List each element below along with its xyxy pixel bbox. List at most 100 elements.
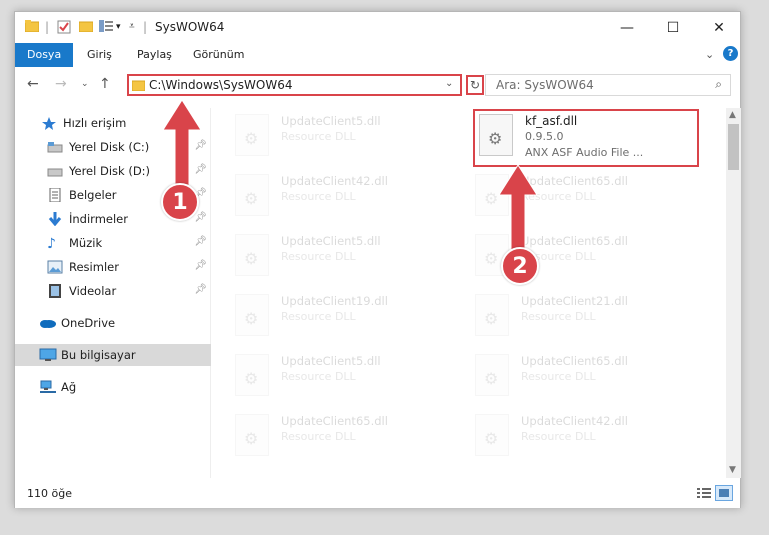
pin-icon[interactable]: 📌︎ (194, 212, 207, 223)
sidebar-item-label: Belgeler (69, 188, 117, 202)
sidebar-item-label: Bu bilgisayar (61, 348, 136, 362)
item-count: 110 öğe (27, 487, 72, 500)
file-type: Resource DLL (281, 370, 356, 383)
file-type: Resource DLL (521, 430, 596, 443)
search-placeholder: Ara: SysWOW64 (496, 78, 594, 92)
file-type: Resource DLL (281, 430, 356, 443)
address-path: C:\Windows\SysWOW64 (149, 78, 293, 92)
ribbon-tabs: Dosya Giriş Paylaş Görünüm ⌄ ? (15, 43, 740, 68)
list-item[interactable]: UpdateClient42.dll Resource DLL (475, 414, 695, 470)
forward-arrow-icon[interactable]: → (55, 76, 67, 92)
customize-toolbar-icon[interactable]: ⩡ (129, 21, 135, 32)
sidebar-item-label: Yerel Disk (C:) (69, 140, 150, 154)
sidebar-item-label: Hızlı erişim (63, 116, 127, 130)
list-item[interactable]: UpdateClient65.dll Resource DLL (475, 354, 695, 410)
file-name: UpdateClient42.dll (281, 174, 388, 188)
list-item[interactable]: UpdateClient5.dll Resource DLL (235, 354, 455, 410)
sidebar-item-label: İndirmeler (69, 212, 128, 226)
dll-file-icon (235, 294, 269, 336)
minimize-button[interactable]: — (604, 12, 650, 43)
navigation-bar: ← → ⌄ ↑ C:\Windows\SysWOW64 ⌄ ↻ Ara: Sys… (15, 68, 740, 102)
properties-icon[interactable] (57, 20, 71, 37)
search-icon[interactable]: ⌕ (715, 77, 722, 92)
dll-file-icon (475, 414, 509, 456)
file-name: UpdateClient5.dll (281, 354, 381, 368)
file-name: UpdateClient5.dll (281, 114, 381, 128)
pin-icon[interactable]: 📌︎ (194, 236, 207, 247)
new-folder-icon[interactable] (78, 20, 94, 35)
cloud-icon (39, 316, 56, 330)
recent-locations-icon[interactable]: ⌄ (81, 79, 89, 89)
up-arrow-icon[interactable]: ↑ (99, 76, 111, 92)
sidebar-item-label: Ağ (61, 380, 77, 394)
music-icon: ♪ (47, 236, 56, 252)
status-bar: 110 öğe (15, 482, 740, 508)
sidebar-item-this-pc[interactable]: Bu bilgisayar (15, 344, 211, 366)
network-icon (39, 380, 56, 394)
help-icon[interactable]: ? (723, 46, 738, 61)
tab-giris[interactable]: Giriş (75, 43, 124, 67)
details-view-icon[interactable] (697, 487, 711, 502)
search-box[interactable]: Ara: SysWOW64 ⌕ (485, 74, 731, 96)
list-item[interactable]: UpdateClient21.dll Resource DLL (475, 294, 695, 350)
vertical-scrollbar[interactable]: ▲ ▼ (726, 108, 741, 478)
tab-dosya[interactable]: Dosya (15, 43, 74, 67)
sidebar-item-pictures[interactable]: Resimler 📌︎ (15, 256, 211, 278)
address-dropdown-icon[interactable]: ⌄ (445, 78, 453, 89)
pin-icon[interactable]: 📌︎ (194, 260, 207, 271)
list-item[interactable]: UpdateClient42.dll Resource DLL (235, 174, 455, 230)
separator: | (143, 20, 148, 34)
file-name: UpdateClient19.dll (281, 294, 388, 308)
pin-icon[interactable]: 📌︎ (194, 284, 207, 295)
pictures-icon (47, 260, 63, 274)
scroll-up-icon[interactable]: ▲ (729, 110, 736, 120)
window-title: SysWOW64 (155, 20, 225, 34)
dll-file-icon (235, 234, 269, 276)
file-type: Resource DLL (281, 130, 356, 143)
file-type: Resource DLL (281, 190, 356, 203)
dropdown-icon[interactable]: ▾ (116, 22, 121, 32)
list-item[interactable]: UpdateClient5.dll Resource DLL (235, 114, 455, 170)
document-icon (47, 187, 63, 203)
close-button[interactable]: ✕ (696, 12, 742, 43)
expand-ribbon-icon[interactable]: ⌄ (705, 48, 714, 61)
file-type: Resource DLL (521, 370, 596, 383)
list-item[interactable]: UpdateClient65.dll Resource DLL (235, 414, 455, 470)
callout-badge-2: 2 (501, 247, 539, 285)
folder-icon (131, 79, 146, 94)
sidebar-item-label: Yerel Disk (D:) (69, 164, 151, 178)
maximize-button[interactable]: ☐ (650, 12, 696, 43)
scroll-down-icon[interactable]: ▼ (729, 465, 736, 475)
folder-icon[interactable] (24, 20, 40, 35)
file-name: UpdateClient42.dll (521, 414, 628, 428)
refresh-icon[interactable]: ↻ (466, 75, 484, 95)
large-icons-view-icon[interactable] (715, 485, 733, 501)
list-item[interactable]: UpdateClient19.dll Resource DLL (235, 294, 455, 350)
separator: | (45, 20, 50, 34)
sidebar-item-onedrive[interactable]: OneDrive (15, 312, 211, 334)
dll-file-icon (235, 414, 269, 456)
view-options-icon[interactable] (99, 20, 113, 35)
target-highlight-box (473, 109, 699, 167)
scroll-thumb[interactable] (728, 124, 739, 170)
sidebar-item-label: Videolar (69, 284, 117, 298)
dll-file-icon (235, 174, 269, 216)
sidebar-item-network[interactable]: Ağ (15, 376, 211, 398)
file-name: UpdateClient5.dll (281, 234, 381, 248)
list-item[interactable]: UpdateClient5.dll Resource DLL (235, 234, 455, 290)
back-arrow-icon[interactable]: ← (27, 76, 39, 92)
tab-gorunum[interactable]: Görünüm (181, 43, 256, 67)
sidebar-item-music[interactable]: ♪ Müzik 📌︎ (15, 232, 211, 254)
dll-file-icon (475, 294, 509, 336)
tab-paylas[interactable]: Paylaş (125, 43, 184, 67)
explorer-window: | ▾ ⩡ | SysWOW64 — ☐ ✕ Dosya Giriş Payla… (14, 11, 741, 508)
file-type: Resource DLL (281, 310, 356, 323)
drive-icon (47, 164, 63, 178)
video-icon (47, 284, 63, 298)
sidebar-item-videos[interactable]: Videolar 📌︎ (15, 280, 211, 302)
file-type: Resource DLL (281, 250, 356, 263)
address-bar[interactable]: C:\Windows\SysWOW64 ⌄ (127, 74, 462, 96)
title-bar: | ▾ ⩡ | SysWOW64 — ☐ ✕ (15, 12, 740, 43)
sidebar-item-label: OneDrive (61, 316, 116, 330)
dll-file-icon (235, 354, 269, 396)
